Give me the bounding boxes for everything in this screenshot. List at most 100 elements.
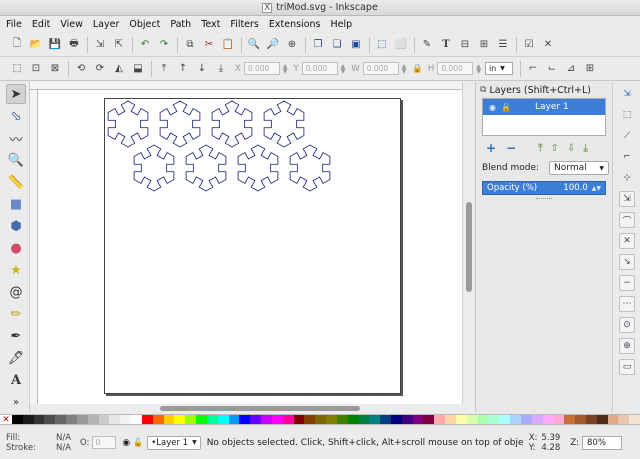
color-swatch[interactable] — [55, 415, 67, 424]
color-swatch[interactable] — [520, 415, 532, 424]
color-swatch[interactable] — [390, 415, 402, 424]
save-file-icon[interactable]: 💾 — [48, 38, 62, 52]
menu-edit[interactable]: Edit — [32, 19, 50, 30]
rectangle-tool-icon[interactable]: ■ — [6, 194, 26, 214]
zoom-selection-icon[interactable]: 🔍 — [247, 38, 261, 52]
export-icon[interactable]: ⇱ — [112, 38, 126, 52]
scale-corners-icon[interactable]: ⌙ — [545, 62, 559, 76]
menu-help[interactable]: Help — [330, 19, 352, 30]
open-file-icon[interactable]: 📂 — [29, 38, 43, 52]
zoom-page-icon[interactable]: ⊕ — [285, 38, 299, 52]
snap-centers-icon[interactable]: ⊙ — [619, 317, 635, 333]
color-swatch[interactable] — [217, 415, 229, 424]
current-layer-select[interactable]: •Layer 1 ▼ — [147, 435, 201, 450]
color-swatch[interactable] — [401, 415, 413, 424]
select-all-layers-icon[interactable]: ⊡ — [29, 62, 43, 76]
lower-icon[interactable]: ↓ — [195, 62, 209, 76]
color-swatch[interactable] — [282, 415, 294, 424]
color-swatch[interactable] — [466, 415, 478, 424]
lock-ratio-icon[interactable]: 🔒 — [412, 64, 423, 74]
color-swatch[interactable] — [607, 415, 619, 424]
color-swatch[interactable] — [66, 415, 77, 424]
color-swatch[interactable] — [618, 415, 630, 424]
opacity-slider[interactable]: Opacity (%) 100.0 ▲▼ — [482, 181, 606, 195]
new-document-icon[interactable]: 🗋 — [10, 38, 24, 52]
snap-bbox-icon[interactable]: ⬚ — [619, 107, 635, 123]
lock-icon[interactable]: 🔓 — [501, 103, 513, 112]
color-swatch[interactable] — [369, 415, 381, 424]
transform-gradients-icon[interactable]: ⊿ — [564, 62, 578, 76]
preferences-icon[interactable]: ✕ — [541, 38, 555, 52]
rotate-cw-icon[interactable]: ⟳ — [93, 62, 107, 76]
snap-nodes-icon[interactable]: ⇲ — [619, 191, 635, 207]
notched-hexagon-shape[interactable] — [289, 144, 331, 192]
color-swatch[interactable] — [239, 415, 251, 424]
color-swatch[interactable] — [271, 415, 283, 424]
color-swatch[interactable] — [293, 415, 305, 424]
color-swatch[interactable] — [347, 415, 359, 424]
star-tool-icon[interactable]: ★ — [6, 260, 26, 280]
notched-hexagon-shape[interactable] — [159, 100, 201, 148]
import-icon[interactable]: ⇲ — [93, 38, 107, 52]
x-spinner-icon[interactable]: ▲ ▼ — [283, 63, 288, 74]
calligraphy-tool-icon[interactable]: 🖋 — [6, 348, 26, 368]
notched-hexagon-shape[interactable] — [107, 100, 149, 148]
cut-icon[interactable]: ✂ — [202, 38, 216, 52]
layer-row[interactable]: ◉ 🔓 Layer 1 — [483, 99, 605, 115]
horizontal-scroll-thumb[interactable] — [160, 406, 360, 411]
snap-bbox-edge-icon[interactable]: ⟋ — [619, 128, 635, 144]
measure-tool-icon[interactable]: 📏 — [6, 172, 26, 192]
scale-stroke-icon[interactable]: ⌐ — [526, 62, 540, 76]
color-swatch[interactable] — [33, 415, 45, 424]
tweak-tool-icon[interactable]: 〰 — [6, 128, 26, 148]
zoom-tool-icon[interactable]: 🔍 — [6, 150, 26, 170]
add-layer-icon[interactable]: + — [486, 141, 496, 155]
color-swatch[interactable] — [131, 415, 142, 424]
print-icon[interactable]: 🖶 — [67, 38, 81, 52]
color-swatch[interactable] — [423, 415, 435, 424]
color-swatch[interactable] — [564, 415, 576, 424]
snap-intersections-icon[interactable]: ✕ — [619, 233, 635, 249]
spiral-tool-icon[interactable]: @ — [6, 282, 26, 302]
vertical-scroll-thumb[interactable] — [466, 202, 472, 292]
color-swatch[interactable] — [261, 415, 272, 424]
snap-bbox-corner-icon[interactable]: ⌐ — [619, 149, 635, 165]
notched-hexagon-shape[interactable] — [185, 144, 227, 192]
layer-to-bottom-icon[interactable]: ⤓ — [583, 143, 587, 154]
text-tool-icon[interactable]: A — [6, 370, 26, 390]
notched-hexagon-shape[interactable] — [237, 144, 279, 192]
menu-file[interactable]: File — [6, 19, 22, 30]
redo-icon[interactable]: ↷ — [157, 38, 171, 52]
color-swatch[interactable] — [44, 415, 56, 424]
color-swatch[interactable] — [152, 415, 164, 424]
y-field[interactable]: 0.000 — [301, 62, 338, 75]
color-swatch[interactable] — [629, 415, 640, 424]
fill-stroke-indicator[interactable]: Fill: N/A Stroke: N/A — [0, 433, 80, 453]
color-swatch[interactable] — [542, 415, 554, 424]
color-swatch[interactable] — [499, 415, 511, 424]
layer-to-top-icon[interactable]: ⤒ — [538, 143, 542, 154]
node-tool-icon[interactable]: ⬂ — [6, 106, 26, 126]
layer-raise-icon[interactable]: ⇧ — [551, 143, 559, 154]
color-swatch[interactable] — [585, 415, 597, 424]
duplicate-icon[interactable]: ❐ — [311, 38, 325, 52]
notched-hexagon-shape[interactable] — [263, 100, 305, 148]
transform-patterns-icon[interactable]: ⊞ — [583, 62, 597, 76]
horizontal-scrollbar[interactable] — [30, 404, 474, 414]
w-spinner-icon[interactable]: ▲ ▼ — [402, 63, 407, 74]
objects-icon[interactable]: ☰ — [496, 38, 510, 52]
opacity-status-field[interactable]: 0 — [92, 436, 117, 449]
undo-icon[interactable]: ↶ — [138, 38, 152, 52]
snap-midpoints-icon[interactable]: ⋯ — [619, 296, 635, 312]
color-swatch[interactable] — [206, 415, 218, 424]
color-swatch[interactable] — [336, 415, 348, 424]
snap-smooth-nodes-icon[interactable]: ∽ — [619, 275, 635, 291]
3d-box-tool-icon[interactable]: ⬢ — [6, 216, 26, 236]
menu-text[interactable]: Text — [201, 19, 220, 30]
color-swatch[interactable] — [575, 415, 586, 424]
flip-horizontal-icon[interactable]: ◭ — [112, 62, 126, 76]
color-swatch[interactable] — [358, 415, 370, 424]
pencil-tool-icon[interactable]: ✏ — [6, 304, 26, 324]
align-distribute-icon[interactable]: ⊞ — [477, 38, 491, 52]
raise-icon[interactable]: ↑ — [176, 62, 190, 76]
